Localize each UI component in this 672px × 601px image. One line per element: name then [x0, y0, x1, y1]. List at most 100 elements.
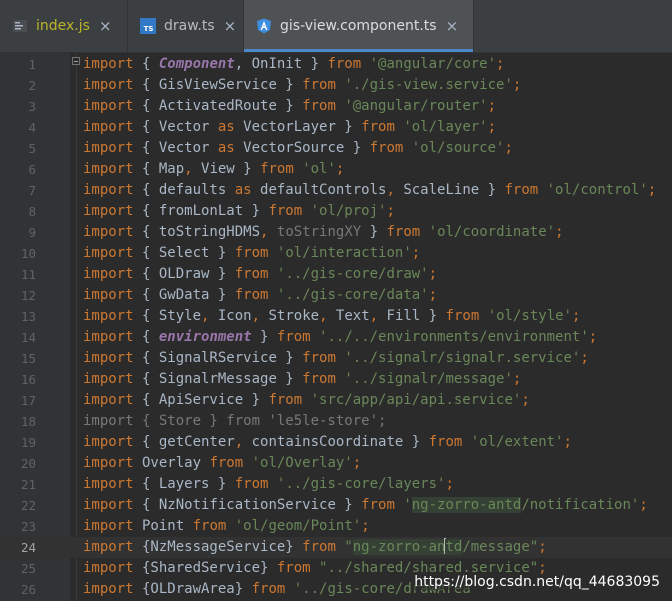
code-text: import { Vector as VectorLayer } from 'o…	[83, 117, 496, 138]
close-tab-icon[interactable]: ×	[224, 17, 237, 35]
code-token: from	[234, 245, 269, 261]
tab-draw-ts[interactable]: TS draw.ts ×	[128, 0, 243, 52]
close-tab-icon[interactable]: ×	[446, 17, 459, 35]
code-line[interactable]: 8 import { fromLonLat } from 'ol/proj';	[0, 201, 672, 222]
code-line[interactable]: 23 import Point from 'ol/geom/Point';	[0, 516, 672, 537]
code-token: import	[83, 161, 134, 177]
code-token: ;	[580, 350, 589, 366]
code-token: ScaleLine }	[394, 182, 505, 198]
code-token: VectorSource }	[234, 140, 370, 156]
tab-index-js[interactable]: index.js ×	[0, 0, 127, 52]
code-token: import	[83, 476, 134, 492]
angular-file-icon	[256, 18, 272, 34]
code-token: import	[83, 308, 134, 324]
tab-gis-view-component-ts[interactable]: gis-view.component.ts ×	[244, 0, 473, 52]
code-token: {	[133, 329, 159, 345]
code-token: import	[83, 371, 134, 387]
line-number: 7	[28, 183, 36, 198]
code-token: ,	[234, 434, 244, 450]
code-token: Icon	[209, 308, 252, 324]
tab-label: gis-view.component.ts	[280, 18, 437, 34]
code-text: import { Component, OnInit } from '@angu…	[83, 54, 504, 75]
code-token: from	[428, 434, 463, 450]
code-token: ,	[369, 308, 379, 324]
line-number: 22	[20, 498, 36, 513]
code-token: { toStringHDMS	[133, 224, 261, 240]
code-token: import	[83, 581, 134, 597]
code-token: from	[276, 560, 311, 576]
code-line[interactable]: 15 import { SignalRService } from '../sig…	[0, 348, 672, 369]
line-number: 19	[20, 435, 36, 450]
code-line[interactable]: 14 import { environment } from '../../env…	[0, 327, 672, 348]
code-token: 'src/app/api/api.service'	[310, 392, 522, 408]
code-token: import	[83, 518, 134, 534]
code-token: ;	[563, 434, 572, 450]
code-line[interactable]: 4 import { Vector as VectorLayer } from '…	[0, 117, 672, 138]
code-text: import { GisViewService } from './gis-vi…	[83, 75, 521, 96]
code-text: import Overlay from 'ol/Overlay';	[83, 453, 361, 474]
code-editor[interactable]: 1 import { Component, OnInit } from '@ang…	[0, 53, 672, 601]
code-token: '../gis-core/layers'	[276, 476, 446, 492]
code-line[interactable]: 9 import { toStringHDMS, toStringXY } fro…	[0, 222, 672, 243]
code-token: import { Store } from 'le5le-store';	[83, 413, 387, 429]
svg-text:TS: TS	[144, 25, 154, 33]
code-line[interactable]: 7 import { defaults as defaultControls, S…	[0, 180, 672, 201]
code-line[interactable]: 12 import { GwData } from '../gis-core/da…	[0, 285, 672, 306]
code-text: import { Select } from 'ol/interaction';	[83, 243, 420, 264]
code-token: ,	[386, 182, 395, 198]
code-token: containsCoordinate }	[243, 434, 429, 450]
code-line[interactable]: 21 import { Layers } from '../gis-core/la…	[0, 474, 672, 495]
code-token: {	[133, 56, 159, 72]
code-line[interactable]: 3 import { ActivatedRoute } from '@angula…	[0, 96, 672, 117]
code-line[interactable]: 6 import { Map, View } from 'ol';	[0, 159, 672, 180]
code-line[interactable]: 13 import { Style, Icon, Stroke, Text, Fi…	[0, 306, 672, 327]
code-token: 'ol/interaction'	[276, 245, 412, 261]
code-line[interactable]: 11 import { OLDraw } from '../gis-core/dr…	[0, 264, 672, 285]
code-token: from	[504, 182, 539, 198]
code-token: ng-zorro-antd	[411, 497, 522, 513]
code-token: '@angular/router'	[344, 98, 488, 114]
code-line[interactable]: 1 import { Component, OnInit } from '@ang…	[0, 54, 672, 75]
code-line[interactable]: 10 import { Select } from 'ol/interaction…	[0, 243, 672, 264]
code-token: import	[83, 329, 134, 345]
code-text: import { NzNotificationService } from 'n…	[83, 495, 648, 516]
tab-separator	[473, 0, 474, 52]
code-token: ;	[504, 140, 513, 156]
code-token: ;	[487, 119, 497, 135]
code-token: ;	[588, 329, 598, 345]
code-line[interactable]: 24 import {NzMessageService} from "ng-zor…	[0, 537, 672, 558]
close-tab-icon[interactable]: ×	[99, 17, 112, 35]
code-line[interactable]: 20 import Overlay from 'ol/Overlay';	[0, 453, 672, 474]
code-token: 'ol/style'	[487, 308, 572, 324]
code-token: Point	[133, 518, 193, 534]
code-token: ;	[512, 77, 522, 93]
code-token: from	[302, 371, 336, 387]
code-token: { OLDraw }	[133, 266, 235, 282]
code-line[interactable]: 17 import { ApiService } from 'src/app/ap…	[0, 390, 672, 411]
code-token: ;	[496, 56, 505, 72]
code-token: import	[83, 434, 134, 450]
code-line[interactable]: 18 import { Store } from 'le5le-store';	[0, 411, 672, 432]
code-line[interactable]: 16 import { SignalrMessage } from '../sig…	[0, 369, 672, 390]
code-token: import	[83, 455, 134, 471]
code-line[interactable]: 5 import { Vector as VectorSource } from …	[0, 138, 672, 159]
code-line[interactable]: 22 import { NzNotificationService } from …	[0, 495, 672, 516]
code-token: from	[302, 539, 336, 555]
code-token: import	[83, 77, 134, 93]
code-token: 'ol/proj'	[310, 203, 387, 219]
code-token: ng-zorro-an	[352, 539, 446, 555]
code-token: as	[217, 140, 235, 156]
code-token: from	[302, 350, 336, 366]
code-token: 'ol/source'	[411, 140, 505, 156]
code-text: import { fromLonLat } from 'ol/proj';	[83, 201, 395, 222]
line-number: 14	[20, 330, 36, 345]
code-line[interactable]: 19 import { getCenter, containsCoordinate…	[0, 432, 672, 453]
code-token: import	[83, 350, 134, 366]
code-line[interactable]: 2 import { GisViewService } from './gis-v…	[0, 75, 672, 96]
